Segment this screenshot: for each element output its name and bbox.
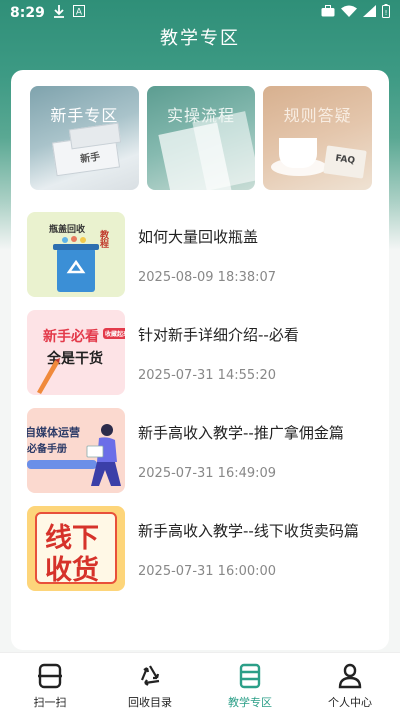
nav-item-teaching[interactable]: 教学专区 [200,653,300,712]
thumbnail-text: 自媒体运营 [27,426,80,439]
article-title: 新手高收入教学--线下收货卖码篇 [138,522,359,540]
briefcase-icon [321,5,335,21]
thumbnail-text: 必备手册 [27,444,67,455]
nav-label: 回收目录 [128,696,172,709]
category-newbie[interactable]: 新手 新手专区 [30,86,139,190]
nav-item-recycle[interactable]: 回收目录 [100,653,200,712]
nav-label: 扫一扫 [33,696,67,709]
box-label: 新手 [79,151,101,166]
nav-label: 个人中心 [328,696,372,709]
category-label: 规则答疑 [283,106,352,125]
download-icon [53,4,65,22]
battery-icon: ! [382,4,390,22]
thumbnail-text: 新手必看 [43,329,99,345]
category-label: 新手专区 [50,106,119,125]
recycle-icon [140,665,160,686]
teach-icon [239,663,261,689]
nav-label: 教学专区 [228,696,272,709]
category-label: 实操流程 [167,106,236,125]
article-info: 针对新手详细介绍--必看 2025-07-31 14:55:20 [138,310,377,408]
pencil-icon [37,358,60,394]
article-info: 如何大量回收瓶盖 2025-08-09 18:38:07 [138,212,377,310]
article-thumbnail: 线下 收货 [27,506,125,591]
article-title: 新手高收入教学--推广拿佣金篇 [138,424,344,442]
article-date: 2025-07-31 14:55:20 [138,368,277,383]
category-faq[interactable]: FAQ 规则答疑 [263,86,373,190]
a-icon: A [72,5,85,21]
list-item[interactable]: 新手必看 收藏起来 全是干货 针对新手详细介绍--必看 2025-07-31 1… [27,310,377,408]
thumbnail-text: 收货 [45,555,99,586]
category-practice[interactable]: 实操流程 [146,86,256,190]
article-info: 新手高收入教学--线下收货卖码篇 2025-07-31 16:00:00 [138,506,377,604]
article-list: 瓶盖回收 教程 如何大量回收瓶盖 2025-08-09 18:38:07 新手必… [27,212,377,604]
article-thumbnail: 自媒体运营 必备手册 [27,408,125,493]
content-card: 新手 新手专区 实操流程 FAQ 规则答疑 瓶盖回收 教程 如何大量回收瓶盖 2… [11,70,389,650]
svg-text:!: ! [385,9,388,17]
article-date: 2025-07-31 16:00:00 [138,564,277,579]
article-thumbnail: 新手必看 收藏起来 全是干货 [27,310,125,395]
article-date: 2025-08-09 18:38:07 [138,270,277,285]
article-title: 如何大量回收瓶盖 [138,228,259,246]
article-date: 2025-07-31 16:49:09 [138,466,277,481]
article-info: 新手高收入教学--推广拿佣金篇 2025-07-31 16:49:09 [138,408,377,506]
list-item[interactable]: 瓶盖回收 教程 如何大量回收瓶盖 2025-08-09 18:38:07 [27,212,377,310]
list-item[interactable]: 自媒体运营 必备手册 新手高收入教学--推广拿佣金篇 2025-07-31 16… [27,408,377,506]
cup-image [279,138,318,168]
signal-icon [363,5,376,21]
list-item[interactable]: 线下 收货 新手高收入教学--线下收货卖码篇 2025-07-31 16:00:… [27,506,377,604]
article-title: 针对新手详细介绍--必看 [138,326,299,344]
faq-sign-text: FAQ [335,153,356,167]
page-title: 教学专区 [160,28,240,49]
bottom-navigation: 扫一扫 回收目录 教学专区 个人中心 [0,652,400,712]
thumbnail-text: 瓶盖回收 [49,225,86,235]
svg-text:A: A [76,8,83,18]
profile-icon [338,663,362,689]
nav-item-scan[interactable]: 扫一扫 [0,653,100,712]
nav-item-profile[interactable]: 个人中心 [300,653,400,712]
thumbnail-badge: 收藏起来 [103,328,125,339]
person-illustration-icon [86,424,121,486]
scan-icon [38,663,62,689]
category-row: 新手 新手专区 实操流程 FAQ 规则答疑 [30,86,373,191]
recycle-bin-icon [53,236,99,292]
faq-sign-image: FAQ [323,145,368,179]
status-bar: 8:29 A ! [0,0,400,26]
status-time: 8:29 [10,5,45,21]
article-thumbnail: 瓶盖回收 教程 [27,212,125,297]
wifi-icon [341,5,357,21]
